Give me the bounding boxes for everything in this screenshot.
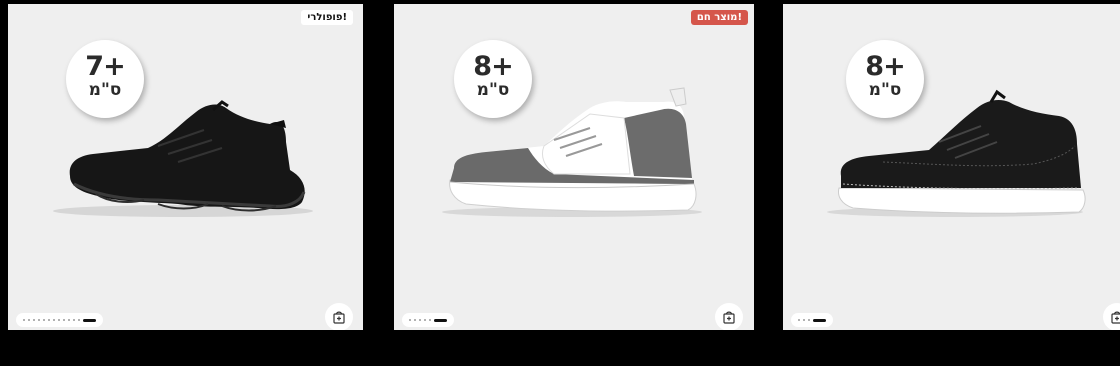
image-pagination[interactable] <box>402 313 454 327</box>
pagination-dot[interactable] <box>68 319 70 321</box>
image-pagination[interactable] <box>791 313 833 327</box>
product-image-black-leather-sneaker[interactable] <box>783 84 1120 224</box>
pagination-dot[interactable] <box>424 319 426 321</box>
pagination-dot-active[interactable] <box>813 318 826 322</box>
popular-tag: פופולרי! <box>301 10 353 25</box>
product-carousel: פופולרי! 7+ ס"מ מוצר חם! 8+ ס"מ 8+ ס"מ <box>0 0 1120 366</box>
pagination-dot[interactable] <box>33 319 35 321</box>
pagination-dot[interactable] <box>798 319 800 321</box>
hot-product-tag: מוצר חם! <box>690 10 748 25</box>
pagination-dot[interactable] <box>414 319 416 321</box>
pagination-dot[interactable] <box>409 319 411 321</box>
pagination-dot[interactable] <box>43 319 45 321</box>
product-image-grey-white-suede-sneaker[interactable] <box>394 84 754 224</box>
add-to-bag-icon <box>333 311 345 324</box>
pagination-dot[interactable] <box>23 319 25 321</box>
pagination-dot[interactable] <box>78 319 80 321</box>
add-to-bag-icon <box>723 311 735 324</box>
pagination-dot[interactable] <box>808 319 810 321</box>
pagination-dot[interactable] <box>48 319 50 321</box>
pagination-dot[interactable] <box>38 319 40 321</box>
product-card[interactable]: 8+ ס"מ <box>783 4 1120 330</box>
pagination-dot[interactable] <box>73 319 75 321</box>
pagination-dot[interactable] <box>58 319 60 321</box>
pagination-dot[interactable] <box>63 319 65 321</box>
add-to-cart-button[interactable] <box>715 303 743 330</box>
height-value: 8+ <box>473 51 513 82</box>
product-card[interactable]: מוצר חם! 8+ ס"מ <box>394 4 754 330</box>
product-image-black-chunky-sneaker[interactable] <box>8 84 363 224</box>
add-to-bag-icon <box>1111 311 1120 324</box>
pagination-dot[interactable] <box>419 319 421 321</box>
add-to-cart-button[interactable] <box>1103 303 1120 330</box>
image-pagination[interactable] <box>16 313 103 327</box>
pagination-dot[interactable] <box>28 319 30 321</box>
add-to-cart-button[interactable] <box>325 303 353 330</box>
pagination-dot[interactable] <box>53 319 55 321</box>
product-card[interactable]: פופולרי! 7+ ס"מ <box>8 4 363 330</box>
pagination-dot-active[interactable] <box>434 318 447 322</box>
height-value: 8+ <box>865 51 905 82</box>
pagination-dot[interactable] <box>803 319 805 321</box>
pagination-dot-active[interactable] <box>83 318 96 322</box>
pagination-dot[interactable] <box>429 319 431 321</box>
height-value: 7+ <box>85 51 125 82</box>
